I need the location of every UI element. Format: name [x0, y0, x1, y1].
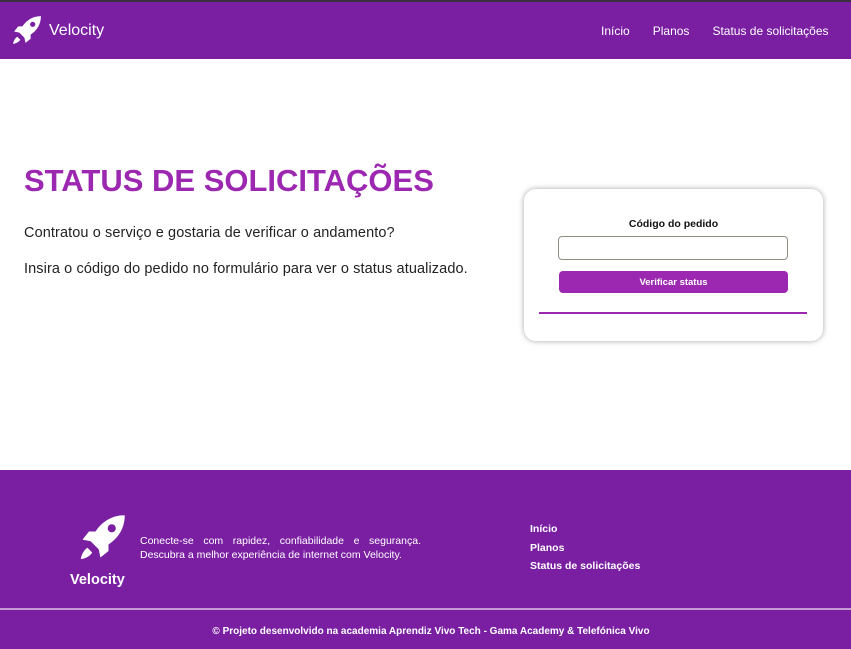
- footer-link-status[interactable]: Status de solicitações: [530, 559, 640, 573]
- order-code-label: Código do pedido: [628, 218, 719, 230]
- hero-description-1: Contratou o serviço e gostaria de verifi…: [24, 225, 395, 241]
- main-nav: Início Planos Status de solicitações: [590, 2, 840, 59]
- brand[interactable]: Velocity: [10, 14, 104, 47]
- check-status-button[interactable]: Verificar status: [559, 271, 788, 293]
- card-divider: [539, 312, 807, 314]
- hero-section: STATUS DE SOLICITAÇÕES Contratou o servi…: [0, 59, 851, 470]
- page-title: STATUS DE SOLICITAÇÕES: [24, 163, 434, 198]
- rocket-icon: [10, 14, 43, 47]
- footer: Velocity Conecte-se com rapidez, confiab…: [0, 470, 851, 649]
- navbar: Velocity Início Planos Status de solicit…: [0, 2, 851, 59]
- nav-link-inicio[interactable]: Início: [590, 24, 642, 38]
- order-code-input[interactable]: [558, 236, 788, 260]
- brand-name: Velocity: [49, 21, 105, 39]
- hero-description-2: Insira o código do pedido no formulário …: [24, 261, 468, 277]
- footer-brand-name: Velocity: [70, 572, 125, 588]
- nav-link-planos[interactable]: Planos: [641, 24, 701, 38]
- footer-rocket-icon: [76, 512, 128, 564]
- status-form-card: Código do pedido Verificar status: [524, 189, 823, 341]
- footer-copyright: © Projeto desenvolvido na academia Apren…: [212, 626, 650, 637]
- footer-links: Início Planos Status de solicitações: [530, 522, 640, 573]
- footer-link-inicio[interactable]: Início: [530, 522, 640, 536]
- footer-link-planos[interactable]: Planos: [530, 541, 640, 555]
- footer-divider: [0, 608, 851, 610]
- nav-link-status[interactable]: Status de solicitações: [701, 24, 840, 38]
- footer-tagline: Conecte-se com rapidez, confiabilidade e…: [140, 535, 421, 561]
